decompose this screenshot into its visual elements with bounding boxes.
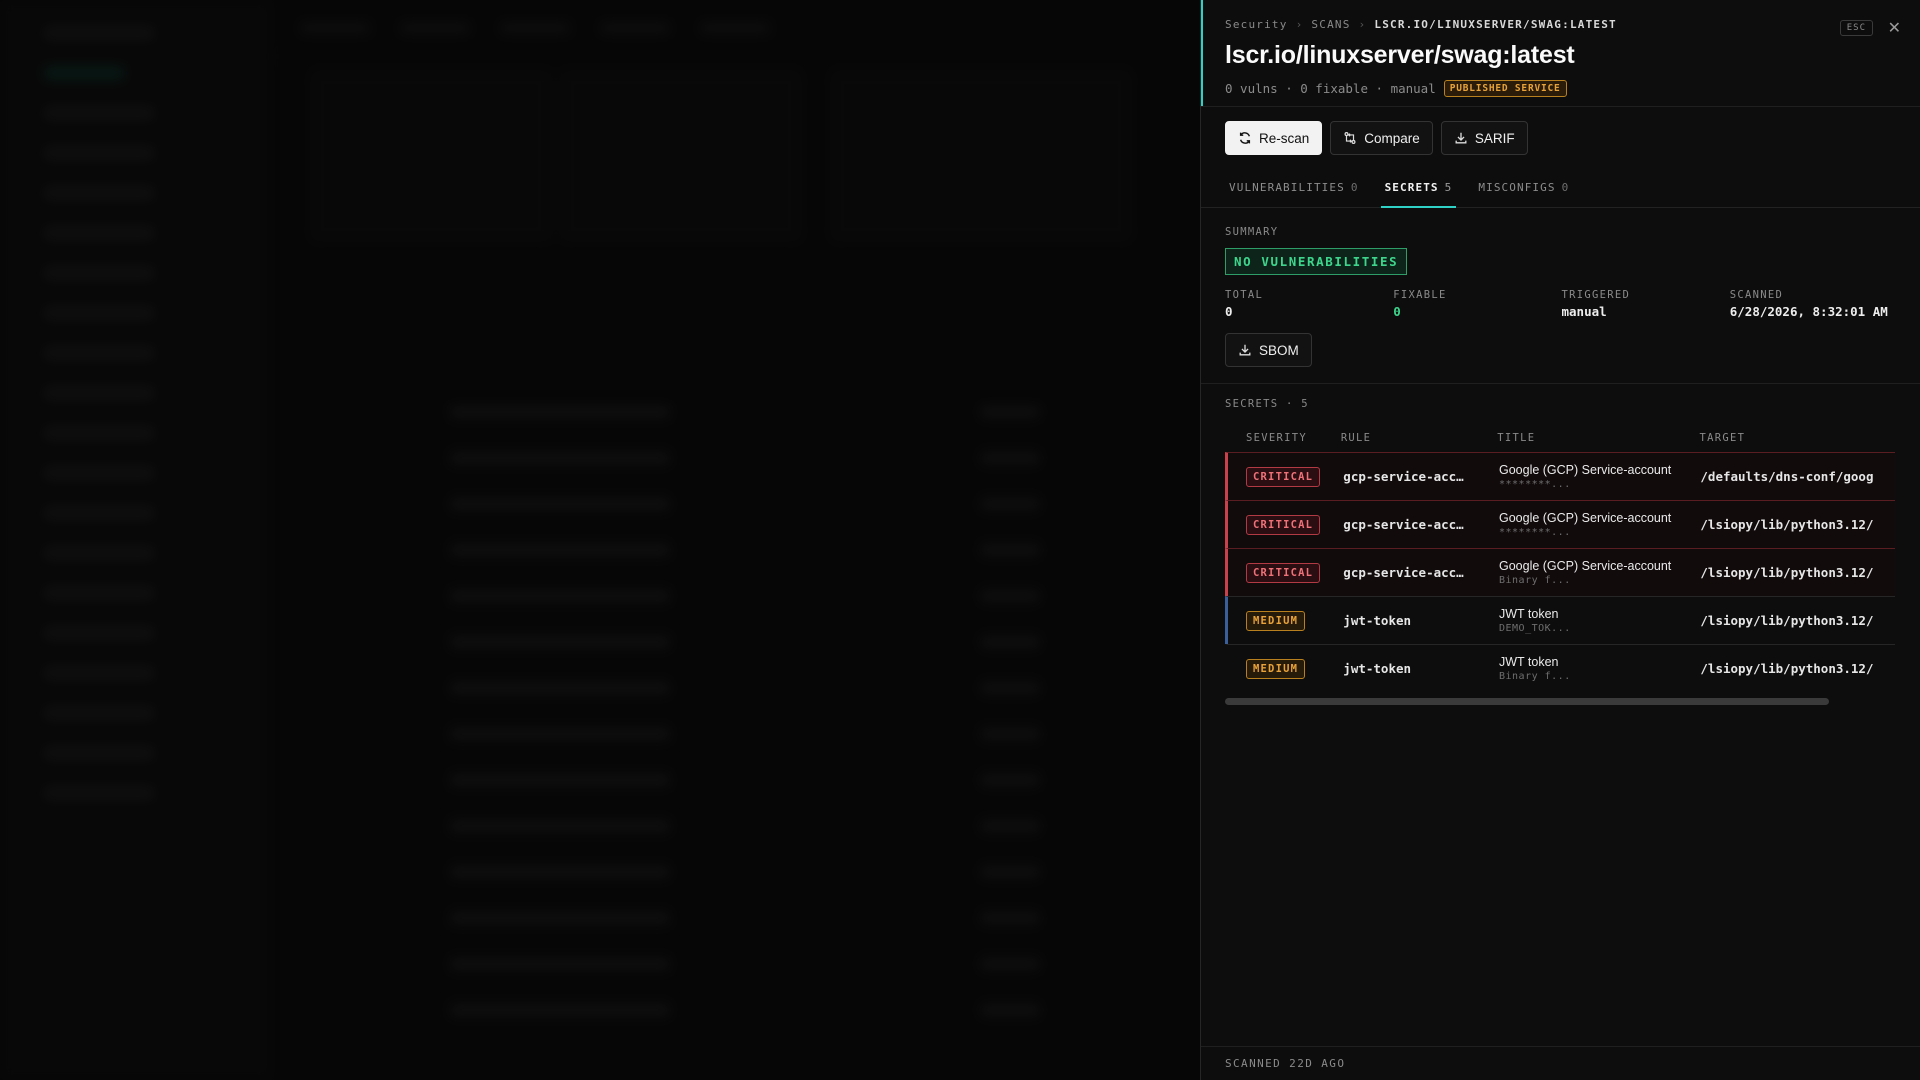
target-cell: /lsiopy/lib/python3.12/ bbox=[1700, 613, 1874, 628]
stat-label: TRIGGERED bbox=[1561, 289, 1631, 301]
target-cell: /lsiopy/lib/python3.12/ bbox=[1700, 565, 1874, 580]
secret-match: DEMO_TOK... bbox=[1498, 623, 1571, 634]
secrets-table: SEVERITY RULE TITLE TARGET CRITICAL gcp-… bbox=[1225, 424, 1895, 692]
rule-cell: jwt-token bbox=[1343, 661, 1412, 676]
rule-cell: gcp-service-acc… bbox=[1343, 565, 1464, 580]
page-title: lscr.io/linuxserver/swag:latest bbox=[1225, 41, 1575, 69]
secrets-heading: SECRETS · 5 bbox=[1225, 398, 1309, 410]
breadcrumb-root[interactable]: Security bbox=[1225, 18, 1288, 31]
stat-label: SCANNED bbox=[1729, 289, 1784, 301]
sbom-label: SBOM bbox=[1259, 342, 1299, 358]
rescan-button[interactable]: Re-scan bbox=[1225, 121, 1323, 155]
scanned-ago: SCANNED 22D AGO bbox=[1225, 1057, 1346, 1070]
secret-match: ********... bbox=[1498, 479, 1571, 490]
tab-count: 5 bbox=[1444, 181, 1453, 194]
compare-label: Compare bbox=[1364, 130, 1420, 146]
table-row[interactable]: CRITICAL gcp-service-acc… Google (GCP) S… bbox=[1225, 500, 1895, 548]
scan-meta: 0 vulns · 0 fixable · manual PUBLISHED S… bbox=[1225, 80, 1897, 97]
target-cell: /defaults/dns-conf/goog bbox=[1700, 469, 1874, 484]
stat-value: 0 bbox=[1225, 304, 1233, 319]
severity-badge: MEDIUM bbox=[1246, 658, 1306, 679]
summary-section: SUMMARY NO VULNERABILITIES TOTAL 0 FIXAB… bbox=[1201, 208, 1920, 384]
tab-secrets[interactable]: SECRETS 5 bbox=[1380, 169, 1457, 208]
breadcrumb-section[interactable]: SCANS bbox=[1311, 18, 1350, 31]
status-badge: NO VULNERABILITIES bbox=[1225, 248, 1408, 275]
stat-triggered: TRIGGERED manual bbox=[1562, 289, 1730, 319]
rule-cell: gcp-service-acc… bbox=[1343, 517, 1464, 532]
table-row[interactable]: MEDIUM jwt-token JWT token DEMO_TOK... /… bbox=[1225, 596, 1895, 644]
download-icon bbox=[1455, 132, 1467, 144]
severity-badge: CRITICAL bbox=[1246, 466, 1321, 487]
title-cell: Google (GCP) Service-account Binary f... bbox=[1499, 559, 1700, 586]
secret-title: Google (GCP) Service-account bbox=[1498, 511, 1672, 525]
drawer-footer: SCANNED 22D AGO bbox=[1201, 1046, 1920, 1080]
tab-misconfigs[interactable]: MISCONFIGS 0 bbox=[1474, 169, 1573, 207]
column-header-severity[interactable]: SEVERITY bbox=[1225, 432, 1341, 444]
close-icon[interactable]: ✕ bbox=[1888, 18, 1901, 38]
severity-badge: CRITICAL bbox=[1246, 514, 1321, 535]
rule-cell: jwt-token bbox=[1343, 613, 1412, 628]
drawer-header: Security › SCANS › LSCR.IO/LINUXSERVER/S… bbox=[1201, 0, 1920, 106]
tab-label: MISCONFIGS bbox=[1478, 181, 1556, 194]
secret-title: JWT token bbox=[1498, 607, 1559, 621]
stat-fixable: FIXABLE 0 bbox=[1393, 289, 1561, 319]
title-cell: JWT token Binary f... bbox=[1499, 655, 1700, 682]
secret-title: JWT token bbox=[1498, 655, 1559, 669]
title-cell: Google (GCP) Service-account ********... bbox=[1499, 463, 1700, 490]
tab-count: 0 bbox=[1350, 181, 1359, 194]
secret-match: Binary f... bbox=[1498, 575, 1571, 586]
summary-label: SUMMARY bbox=[1225, 226, 1279, 238]
scan-meta-text: 0 vulns · 0 fixable · manual bbox=[1225, 81, 1436, 96]
tab-label: SECRETS bbox=[1384, 181, 1439, 194]
stat-total: TOTAL 0 bbox=[1225, 289, 1393, 319]
secret-match: Binary f... bbox=[1498, 671, 1571, 682]
summary-stats: TOTAL 0 FIXABLE 0 TRIGGERED manual SCANN… bbox=[1225, 289, 1897, 319]
title-cell: Google (GCP) Service-account ********... bbox=[1499, 511, 1700, 538]
severity-badge: MEDIUM bbox=[1246, 610, 1306, 631]
sarif-button[interactable]: SARIF bbox=[1440, 121, 1528, 155]
download-icon bbox=[1239, 344, 1251, 356]
column-header-rule[interactable]: RULE bbox=[1341, 432, 1497, 444]
breadcrumb: Security › SCANS › LSCR.IO/LINUXSERVER/S… bbox=[1225, 18, 1897, 31]
table-row[interactable]: MEDIUM jwt-token JWT token Binary f... /… bbox=[1225, 644, 1895, 692]
stat-value: 0 bbox=[1393, 304, 1401, 319]
stat-label: TOTAL bbox=[1225, 289, 1264, 301]
compare-icon bbox=[1344, 132, 1356, 144]
tab-count: 0 bbox=[1561, 181, 1570, 194]
column-header-target[interactable]: TARGET bbox=[1700, 432, 1895, 444]
secret-match: ********... bbox=[1498, 527, 1571, 538]
rescan-label: Re-scan bbox=[1259, 130, 1310, 146]
tab-bar: VULNERABILITIES 0 SECRETS 5 MISCONFIGS 0 bbox=[1201, 169, 1920, 208]
sbom-button[interactable]: SBOM bbox=[1225, 333, 1312, 367]
tab-label: VULNERABILITIES bbox=[1229, 181, 1345, 194]
horizontal-scrollbar[interactable] bbox=[1225, 698, 1829, 705]
tab-vulnerabilities[interactable]: VULNERABILITIES 0 bbox=[1225, 169, 1363, 207]
published-service-badge: PUBLISHED SERVICE bbox=[1443, 80, 1567, 97]
stat-scanned: SCANNED 6/28/2026, 8:32:01 AM bbox=[1730, 289, 1897, 319]
table-header: SEVERITY RULE TITLE TARGET bbox=[1225, 424, 1895, 452]
table-row[interactable]: CRITICAL gcp-service-acc… Google (GCP) S… bbox=[1225, 452, 1895, 500]
secret-title: Google (GCP) Service-account bbox=[1498, 559, 1672, 573]
stat-label: FIXABLE bbox=[1393, 289, 1447, 301]
secret-title: Google (GCP) Service-account bbox=[1498, 463, 1672, 477]
action-bar: Re-scan Compare SARIF bbox=[1201, 106, 1920, 169]
secrets-section: SECRETS · 5 SEVERITY RULE TITLE TARGET C… bbox=[1201, 384, 1920, 705]
stat-value: 6/28/2026, 8:32:01 AM bbox=[1729, 304, 1888, 319]
breadcrumb-separator: › bbox=[1358, 18, 1367, 31]
severity-badge: CRITICAL bbox=[1246, 562, 1321, 583]
table-row[interactable]: CRITICAL gcp-service-acc… Google (GCP) S… bbox=[1225, 548, 1895, 596]
column-header-title[interactable]: TITLE bbox=[1497, 432, 1699, 444]
target-cell: /lsiopy/lib/python3.12/ bbox=[1700, 517, 1874, 532]
compare-button[interactable]: Compare bbox=[1330, 121, 1433, 155]
rule-cell: gcp-service-acc… bbox=[1343, 469, 1464, 484]
breadcrumb-current: LSCR.IO/LINUXSERVER/SWAG:LATEST bbox=[1374, 18, 1617, 31]
refresh-icon bbox=[1239, 132, 1251, 144]
esc-hint: ESC bbox=[1839, 20, 1873, 36]
breadcrumb-separator: › bbox=[1295, 18, 1304, 31]
scan-detail-drawer: Security › SCANS › LSCR.IO/LINUXSERVER/S… bbox=[1200, 0, 1920, 1080]
sarif-label: SARIF bbox=[1474, 130, 1515, 146]
stat-value: manual bbox=[1561, 304, 1607, 319]
target-cell: /lsiopy/lib/python3.12/ bbox=[1700, 661, 1874, 676]
title-cell: JWT token DEMO_TOK... bbox=[1499, 607, 1700, 634]
